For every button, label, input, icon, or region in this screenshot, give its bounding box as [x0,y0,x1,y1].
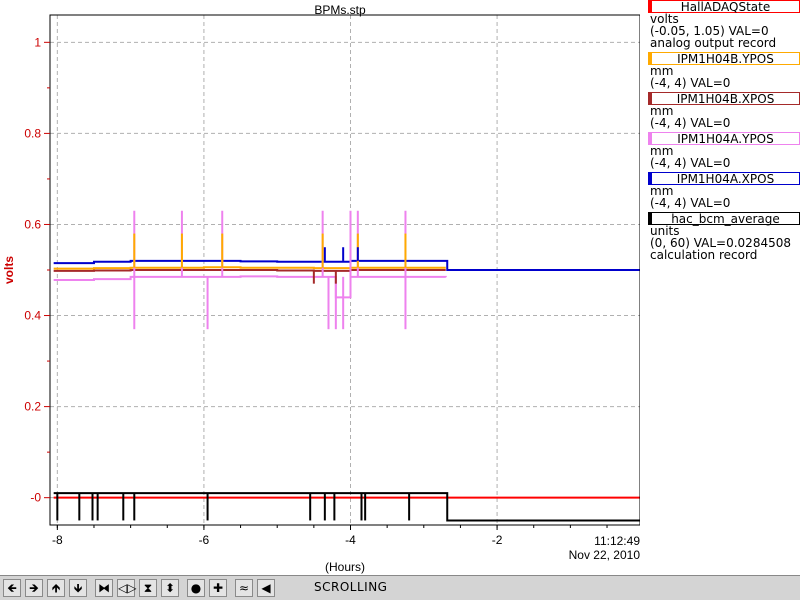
y-tick-label: 0.4 [24,309,41,323]
y-axis-label: volts [2,256,16,284]
legend-entry-range: (-4, 4) VAL=0 [650,196,731,210]
autoscale-button[interactable]: ≈ [235,579,253,597]
y-tick-label: 1 [34,35,41,49]
legend-entry[interactable]: IPM1H04A.YPOS mm (-4, 4) VAL=0 [648,132,800,169]
legend: HallADAQState volts (-0.05, 1.05) VAL=0 ana… [640,0,800,575]
date-label: Nov 22, 2010 [569,548,640,562]
legend-entry-range: (-4, 4) VAL=0 [650,116,731,130]
arrow-right-icon: 🡺 [29,581,39,595]
arrow-left-icon: 🡸 [7,581,17,595]
legend-entry[interactable]: IPM1H04B.YPOS mm (-4, 4) VAL=0 [648,52,800,89]
y-tick-label: 0.6 [24,217,41,231]
chart-svg: BPMs.stp volts -8 -6 -4 -2-00.20.40.60.81 (… [2,3,640,574]
reset-icon: ● [190,581,202,595]
reset-button[interactable]: ● [187,579,205,597]
scroll-start-icon: ◀ [261,581,271,595]
series-line [53,275,447,299]
arrow-up-icon: 🡹 [51,581,61,595]
zoom-in-horizontal-icon: ⧓ [98,581,110,595]
crosshair-button[interactable]: ✚ [209,579,227,597]
time-label: 11:12:49 [594,534,640,548]
y-tick-label: 0.8 [24,126,41,140]
scroll-start-button[interactable]: ◀ [257,579,275,597]
series-line [53,266,446,270]
x-tick-label: -2 [492,533,503,547]
zoom-out-vertical-icon: ⬍ [164,581,176,595]
legend-entry[interactable]: hac_bcm_average units (0, 60) VAL=0.028450… [648,212,800,261]
arrow-left-button[interactable]: 🡸 [3,579,21,597]
zoom-in-vertical-button[interactable]: ⧗ [139,579,157,597]
x-tick-label: -8 [52,533,63,547]
legend-entry-extra: calculation record [650,248,758,262]
autoscale-icon: ≈ [238,581,250,595]
crosshair-icon: ✚ [212,581,224,595]
zoom-out-horizontal-button[interactable]: ◁▷ [117,579,137,597]
legend-entry[interactable]: HallADAQState volts (-0.05, 1.05) VAL=0 ana… [648,0,800,49]
legend-entry[interactable]: IPM1H04B.XPOS mm (-4, 4) VAL=0 [648,92,800,129]
zoom-out-vertical-button[interactable]: ⬍ [161,579,179,597]
y-tick-label: 0.2 [24,400,41,414]
legend-entry[interactable]: IPM1H04A.XPOS mm (-4, 4) VAL=0 [648,172,800,209]
series-line [53,269,446,272]
arrow-right-button[interactable]: 🡺 [25,579,43,597]
zoom-out-horizontal-icon: ◁▷ [118,581,137,595]
y-tick-label: -0 [30,491,41,505]
legend-entry-range: (-4, 4) VAL=0 [650,76,731,90]
x-tick-label: -6 [199,533,210,547]
x-axis-label: (Hours) [325,560,365,574]
legend-entry-extra: analog output record [650,36,777,50]
x-tick-label: -4 [345,533,356,547]
arrow-down-icon: 🡻 [73,581,83,595]
arrow-up-button[interactable]: 🡹 [47,579,65,597]
zoom-in-vertical-icon: ⧗ [143,581,153,595]
arrow-down-button[interactable]: 🡻 [69,579,87,597]
toolbar: SCROLLING 🡸 🡺 🡹 🡻 ⧓ ◁▷ ⧗ ⬍ ● ✚ ≈ ◀ [0,575,800,600]
status-text: SCROLLING [314,580,388,594]
axes: -8 -6 -4 -2 -0 0.2 0.4 0.6 0.8 1 [24,35,608,547]
zoom-in-horizontal-button[interactable]: ⧓ [95,579,113,597]
legend-entry-range: (-4, 4) VAL=0 [650,156,731,170]
plot-area[interactable] [53,210,640,522]
